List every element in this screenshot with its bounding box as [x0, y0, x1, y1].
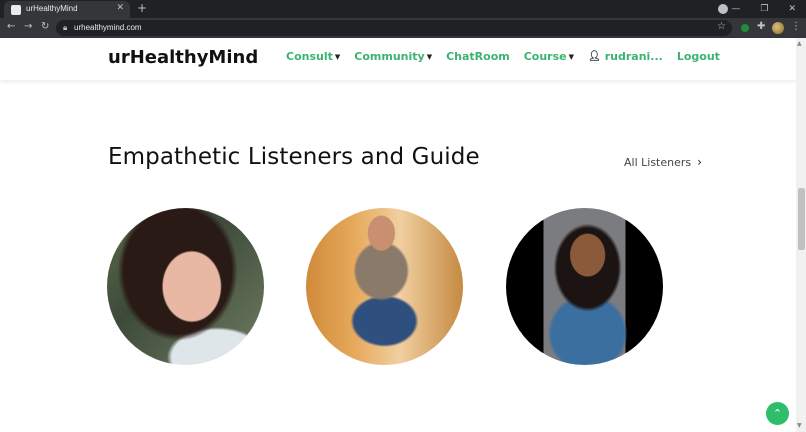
- listener-photo[interactable]: [306, 208, 463, 365]
- address-bar: ← → ↻ 🔒︎ urhealthymind.com ☆: [0, 18, 806, 38]
- chevron-right-icon: ›: [697, 155, 702, 169]
- nav-consult[interactable]: Consult ▼: [286, 50, 340, 63]
- scrollbar-thumb[interactable]: [798, 188, 805, 250]
- nav-logout[interactable]: Logout: [677, 50, 720, 63]
- bookmark-star-icon[interactable]: ☆: [717, 21, 726, 32]
- forward-icon[interactable]: →: [24, 21, 32, 32]
- new-tab-icon[interactable]: +: [137, 1, 147, 15]
- nav-community[interactable]: Community ▼: [354, 50, 432, 63]
- caret-down-icon: ▼: [426, 52, 433, 61]
- browser-tab[interactable]: urHealthyMind ✕: [4, 1, 130, 18]
- nav-community-label: Community: [354, 50, 425, 63]
- caret-down-icon: ▼: [334, 52, 341, 61]
- all-listeners-label: All Listeners: [624, 155, 692, 169]
- site-header: urHealthyMind Consult ▼ Community ▼ Chat…: [0, 38, 796, 80]
- url-text[interactable]: urhealthymind.com: [74, 23, 142, 32]
- tab-title: urHealthyMind: [26, 4, 78, 13]
- back-icon[interactable]: ←: [7, 21, 15, 32]
- nav-logout-label: Logout: [676, 50, 720, 63]
- nav-course[interactable]: Course ▼: [524, 50, 574, 63]
- nav-user[interactable]: 👤︎ rudrani...: [588, 50, 663, 63]
- site-logo[interactable]: urHealthyMind: [108, 47, 258, 68]
- nav-consult-label: Consult: [286, 50, 333, 63]
- caret-down-icon: ▼: [568, 52, 575, 61]
- profile-icon[interactable]: [718, 4, 728, 14]
- menu-kebab-icon[interactable]: ⋮: [791, 21, 801, 32]
- minimize-icon[interactable]: —: [731, 4, 740, 14]
- section-title: Empathetic Listeners and Guide: [108, 144, 480, 170]
- lock-icon[interactable]: 🔒︎: [63, 23, 67, 33]
- reload-icon[interactable]: ↻: [41, 21, 49, 32]
- listener-photo[interactable]: [107, 208, 264, 365]
- extensions-puzzle-icon[interactable]: ✚: [757, 21, 765, 32]
- close-window-icon[interactable]: ✕: [788, 4, 796, 14]
- scroll-down-arrow-icon[interactable]: ▼: [797, 422, 802, 429]
- nav-chatroom-label: ChatRoom: [446, 50, 510, 63]
- omnibox[interactable]: 🔒︎ urhealthymind.com ☆: [56, 20, 732, 36]
- close-tab-icon[interactable]: ✕: [116, 3, 124, 13]
- nav-user-label: rudrani...: [604, 50, 663, 63]
- extension-icon[interactable]: [741, 24, 749, 32]
- nav-course-label: Course: [523, 50, 567, 63]
- account-avatar[interactable]: [772, 22, 784, 34]
- chevron-up-icon: ⌃: [772, 407, 783, 420]
- scroll-up-arrow-icon[interactable]: ▲: [797, 40, 802, 47]
- nav-chatroom[interactable]: ChatRoom: [446, 50, 510, 63]
- favicon-icon: [11, 5, 21, 15]
- main-nav: Consult ▼ Community ▼ ChatRoom Course ▼ …: [286, 50, 720, 63]
- maximize-icon[interactable]: ❐: [760, 4, 768, 14]
- listener-photo[interactable]: [506, 208, 663, 365]
- user-icon: 👤︎: [588, 51, 601, 62]
- window-controls: — ❐ ✕: [731, 0, 806, 18]
- browser-tab-strip: urHealthyMind ✕ + — ❐ ✕: [0, 0, 806, 18]
- scroll-to-top-button[interactable]: ⌃: [766, 402, 789, 425]
- all-listeners-link[interactable]: All Listeners ›: [624, 155, 702, 169]
